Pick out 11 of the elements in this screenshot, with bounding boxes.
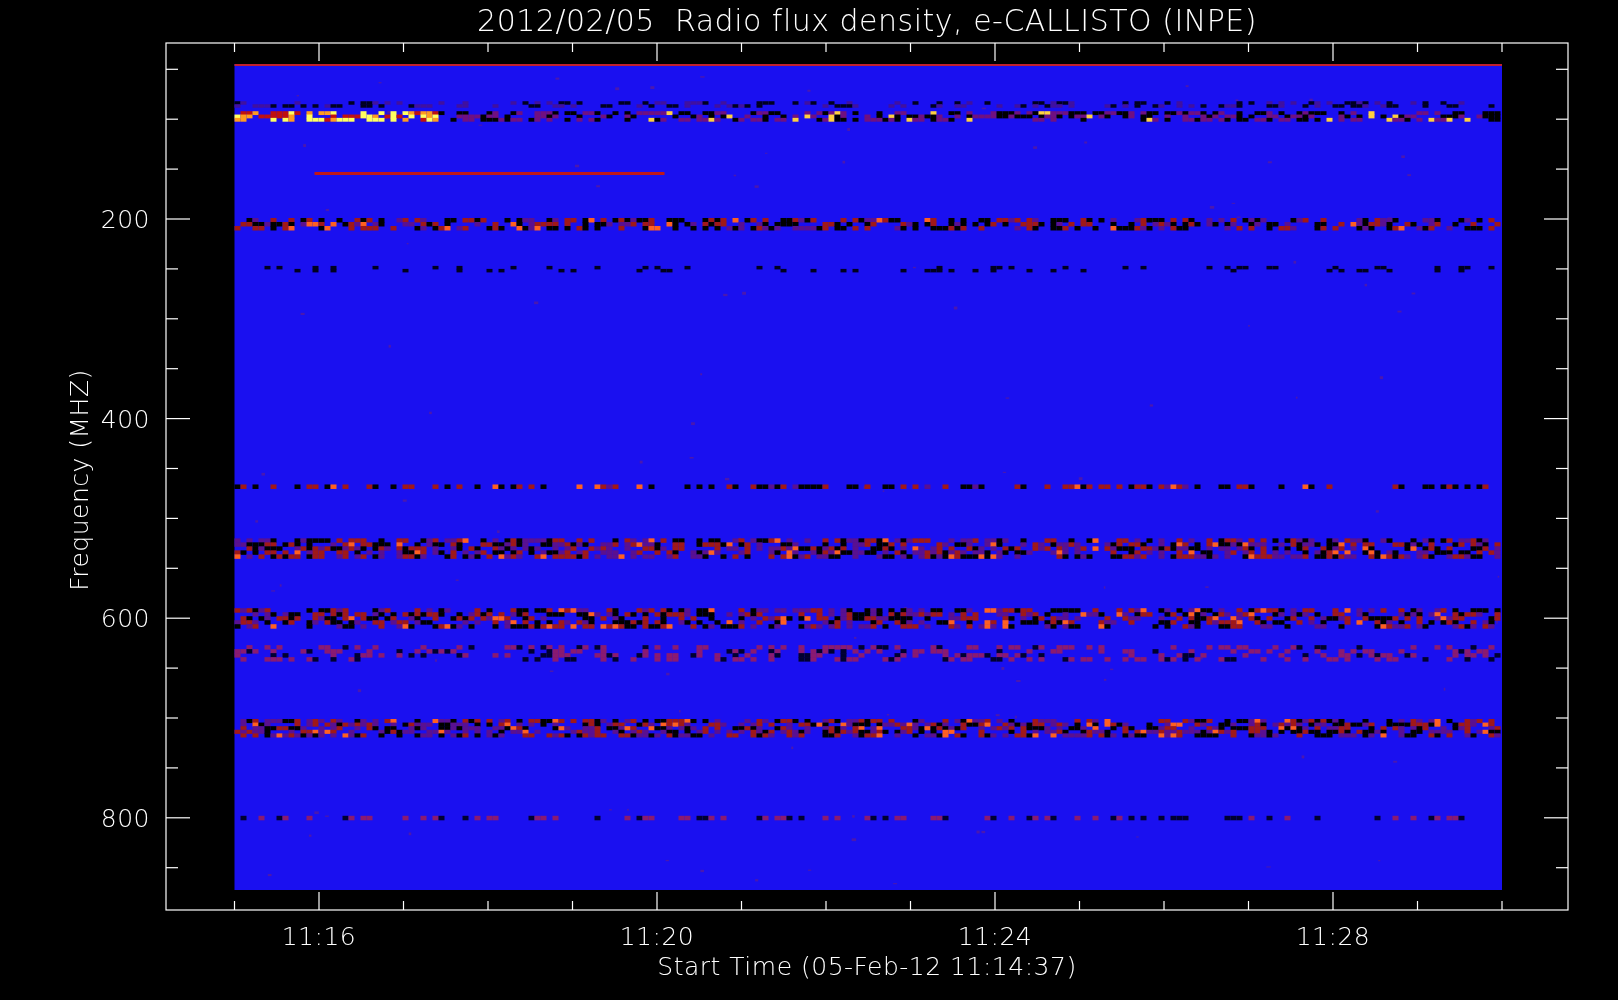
x-axis-label: Start Time (05-Feb-12 11:14:37): [657, 952, 1077, 981]
y-tick-label: 400: [100, 404, 150, 434]
y-tick-label: 600: [100, 604, 150, 634]
y-tick-label: 800: [100, 803, 150, 833]
y-axis-label: Frequency (MHZ): [65, 369, 94, 591]
x-tick-label: 11:20: [619, 922, 695, 951]
x-tick-label: 11:24: [957, 922, 1033, 951]
x-tick-label: 11:28: [1295, 922, 1371, 951]
y-tick-label: 200: [100, 205, 150, 234]
plot-title: 2012/02/05 Radio flux density, e-CALLISTO (INPE): [477, 3, 1257, 38]
x-tick-label: 11:16: [281, 922, 357, 951]
